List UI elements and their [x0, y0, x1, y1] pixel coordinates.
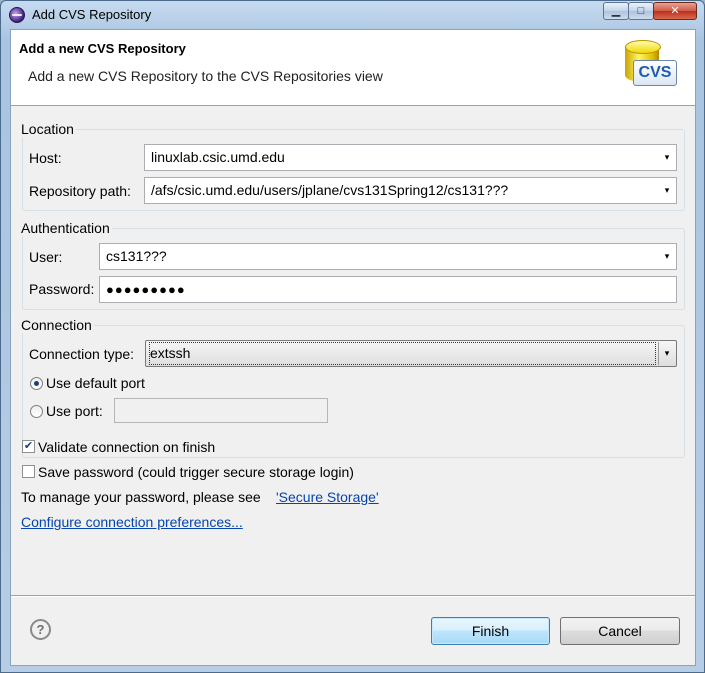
host-label: Host: [29, 150, 62, 166]
save-password-label[interactable]: Save password (could trigger secure stor… [38, 464, 354, 480]
save-password-checkbox[interactable] [22, 465, 35, 478]
chevron-down-icon[interactable]: ▾ [658, 342, 675, 365]
port-input[interactable] [114, 398, 328, 423]
eclipse-icon [9, 7, 25, 23]
repository-path-value: /afs/csic.umd.edu/users/jplane/cvs131Spr… [151, 182, 509, 198]
password-label: Password: [29, 281, 95, 297]
finish-button[interactable]: Finish [431, 617, 550, 645]
secure-storage-link[interactable]: 'Secure Storage' [276, 489, 379, 505]
user-combo[interactable]: cs131??? ▾ [99, 243, 677, 270]
use-default-port-label[interactable]: Use default port [46, 375, 145, 391]
host-value: linuxlab.csic.umd.edu [151, 149, 285, 165]
chevron-down-icon[interactable]: ▾ [662, 178, 672, 203]
manage-password-text: To manage your password, please see [21, 489, 261, 505]
close-button[interactable]: ✕ [653, 2, 697, 20]
cvs-badge: CVS [633, 60, 677, 86]
use-default-port-radio[interactable] [30, 377, 43, 390]
user-value: cs131??? [106, 248, 167, 264]
configure-connection-link[interactable]: Configure connection preferences... [21, 514, 243, 530]
use-port-label[interactable]: Use port: [46, 403, 103, 419]
validate-connection-checkbox[interactable]: ✔ [22, 440, 35, 453]
cancel-button[interactable]: Cancel [560, 617, 680, 645]
connection-type-label: Connection type: [29, 346, 135, 362]
connection-group-label: Connection [19, 317, 94, 333]
add-cvs-repository-window: Add CVS Repository ▁ □ ✕ Add a new CVS R… [0, 0, 705, 673]
host-combo[interactable]: linuxlab.csic.umd.edu ▾ [144, 144, 677, 171]
connection-type-select[interactable]: extssh ▾ [145, 340, 677, 367]
authentication-group-label: Authentication [19, 220, 112, 236]
minimize-button[interactable]: ▁ [603, 2, 629, 20]
user-label: User: [29, 249, 63, 265]
dialog-banner: Add a new CVS Repository Add a new CVS R… [11, 30, 695, 106]
use-port-radio[interactable] [30, 405, 43, 418]
chevron-down-icon[interactable]: ▾ [662, 145, 672, 170]
button-bar-separator [11, 595, 695, 597]
repository-path-combo[interactable]: /afs/csic.umd.edu/users/jplane/cvs131Spr… [144, 177, 677, 204]
chevron-down-icon[interactable]: ▾ [662, 244, 672, 269]
connection-type-value: extssh [149, 342, 656, 365]
validate-connection-label[interactable]: Validate connection on finish [38, 439, 215, 455]
repository-path-label: Repository path: [29, 183, 131, 199]
maximize-button[interactable]: □ [628, 2, 654, 20]
cvs-repository-icon: CVS [623, 36, 679, 92]
banner-message: Add a new CVS Repository to the CVS Repo… [28, 68, 383, 84]
banner-title: Add a new CVS Repository [19, 41, 186, 56]
dialog-client-area: Add a new CVS Repository Add a new CVS R… [10, 29, 696, 666]
title-bar[interactable]: Add CVS Repository ▁ □ ✕ [1, 1, 704, 29]
password-field[interactable]: ●●●●●●●●● [99, 276, 677, 303]
location-group-label: Location [19, 121, 76, 137]
window-title: Add CVS Repository [32, 7, 152, 22]
help-icon[interactable]: ? [30, 619, 51, 640]
